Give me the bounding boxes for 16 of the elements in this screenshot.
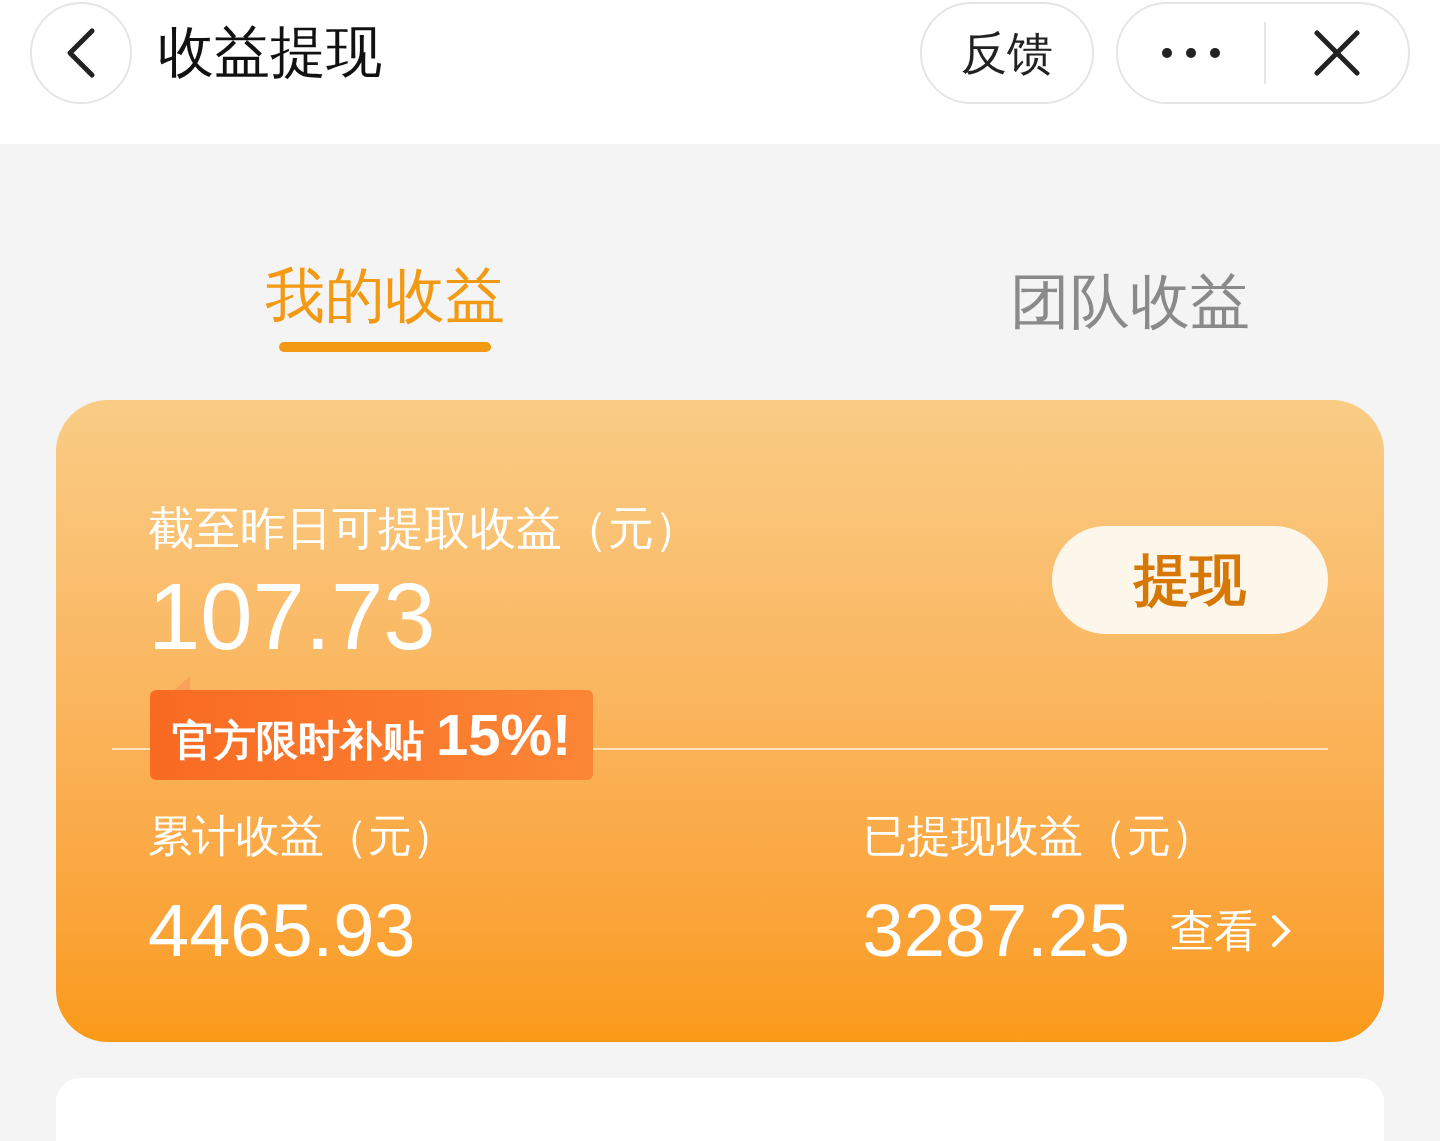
total-earnings-label: 累计收益（元） bbox=[148, 810, 457, 862]
withdraw-button[interactable]: 提现 bbox=[1052, 526, 1328, 634]
tab[interactable]: 团队收益 bbox=[720, 260, 1440, 400]
page-title: 收益提现 bbox=[158, 20, 382, 84]
tab[interactable]: 我的收益 bbox=[0, 260, 720, 400]
chevron-right-icon bbox=[1270, 913, 1292, 949]
available-earnings-label: 截至昨日可提取收益（元） bbox=[148, 501, 701, 556]
feedback-button[interactable]: 反馈 bbox=[920, 2, 1094, 104]
available-amount: 107.73 bbox=[148, 563, 437, 671]
view-link[interactable]: 查看 bbox=[1170, 898, 1292, 964]
withdrawn-earnings-label: 已提现收益（元） bbox=[862, 810, 1216, 862]
close-icon bbox=[1314, 30, 1360, 76]
more-icon bbox=[1161, 47, 1221, 59]
withdrawn-amount: 3287.25 bbox=[862, 888, 1130, 974]
back-button[interactable] bbox=[30, 2, 132, 104]
total-amount: 4465.93 bbox=[148, 888, 417, 974]
